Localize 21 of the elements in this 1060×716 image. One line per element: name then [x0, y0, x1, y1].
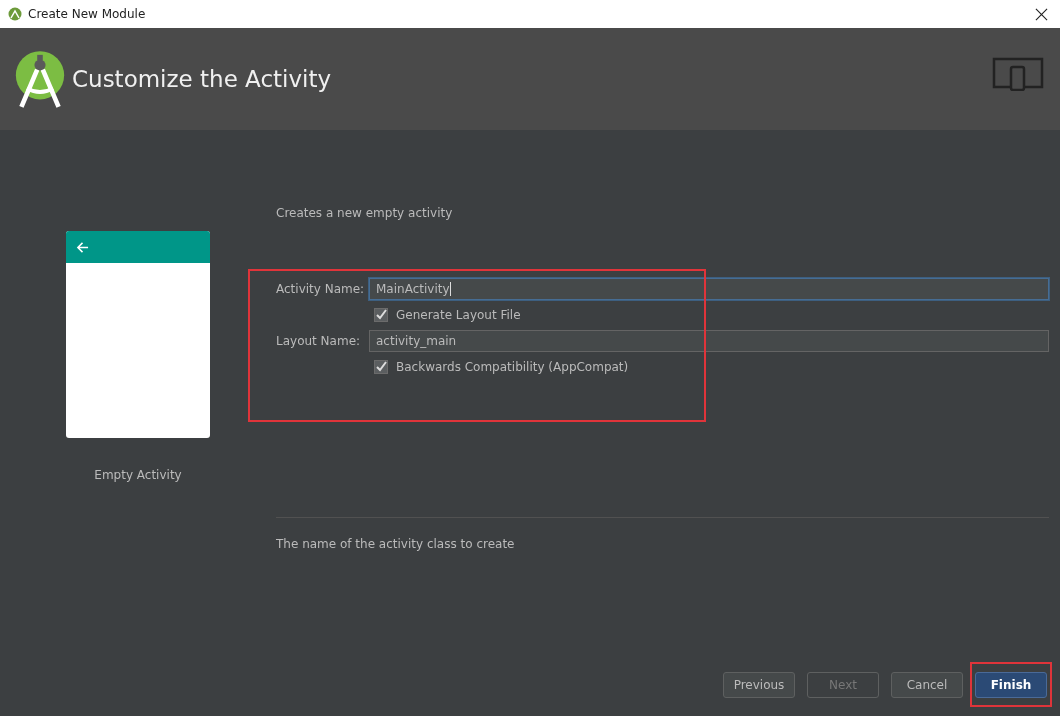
checkbox-label: Generate Layout File [396, 308, 521, 322]
hint-text: The name of the activity class to create [276, 537, 516, 551]
checkbox[interactable] [374, 308, 388, 322]
close-icon[interactable] [1035, 7, 1048, 21]
dialog-button[interactable]: Previous [723, 672, 795, 698]
text-field[interactable]: activity_main [369, 330, 1049, 352]
template-name: Empty Activity [94, 468, 182, 482]
activity-preview-card[interactable] [66, 231, 210, 438]
text-field[interactable]: MainActivity [369, 278, 1049, 300]
page-title: Customize the Activity [72, 66, 333, 92]
compass-logo-icon [14, 49, 66, 109]
description-text: Creates a new empty activity [276, 206, 454, 222]
dialog-button[interactable]: Cancel [891, 672, 963, 698]
devices-icon [992, 57, 1044, 91]
back-arrow-icon [76, 240, 89, 254]
field-label: Layout Name: [276, 334, 362, 348]
checkbox-label: Backwards Compatibility (AppCompat) [396, 360, 629, 374]
field-label: Activity Name: [276, 282, 366, 296]
checkbox[interactable] [374, 360, 388, 374]
dialog-button[interactable]: Finish [975, 672, 1047, 698]
window-title: Create New Module [28, 7, 147, 21]
